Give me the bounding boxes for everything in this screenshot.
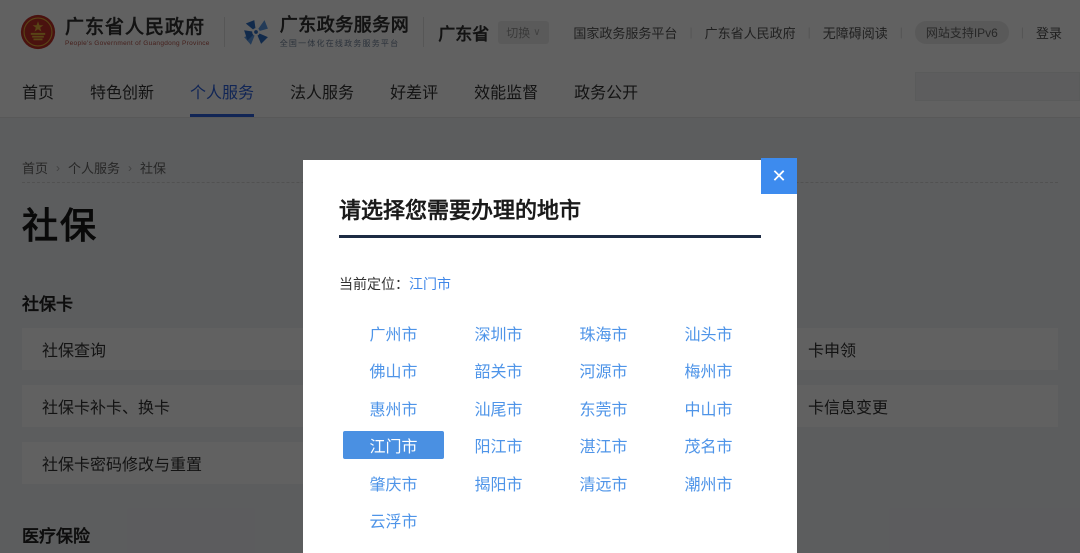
city-item-shaoguan[interactable]: 韶关市 <box>448 356 549 384</box>
city-item-heyuan[interactable]: 河源市 <box>553 356 654 384</box>
city-item-zhanjiang[interactable]: 湛江市 <box>553 431 654 459</box>
city-item-meizhou[interactable]: 梅州市 <box>658 356 759 384</box>
page: 广东省人民政府 People's Government of Guangdong… <box>0 0 1080 553</box>
city-item-zhuhai[interactable]: 珠海市 <box>553 319 654 347</box>
current-location-label: 当前定位： <box>339 276 409 292</box>
city-item-yangjiang[interactable]: 阳江市 <box>448 431 549 459</box>
city-item-shenzhen[interactable]: 深圳市 <box>448 319 549 347</box>
modal-title-underline <box>339 235 761 238</box>
city-item-huizhou[interactable]: 惠州市 <box>343 394 444 422</box>
city-item-zhongshan[interactable]: 中山市 <box>658 394 759 422</box>
city-item-zhaoqing[interactable]: 肇庆市 <box>343 469 444 497</box>
city-item-dongguan[interactable]: 东莞市 <box>553 394 654 422</box>
city-item-maoming[interactable]: 茂名市 <box>658 431 759 459</box>
city-item-chaozhou[interactable]: 潮州市 <box>658 469 759 497</box>
city-item-jiangmen-selected[interactable]: 江门市 <box>343 431 444 459</box>
city-select-modal: ✕ 请选择您需要办理的地市 当前定位：江门市 广州市 深圳市 珠海市 汕头市 佛… <box>303 160 797 553</box>
city-grid: 广州市 深圳市 珠海市 汕头市 佛山市 韶关市 河源市 梅州市 惠州市 汕尾市 … <box>343 314 761 539</box>
city-item-jieyang[interactable]: 揭阳市 <box>448 469 549 497</box>
current-location-link[interactable]: 江门市 <box>409 276 451 292</box>
city-item-guangzhou[interactable]: 广州市 <box>343 319 444 347</box>
city-item-shantou[interactable]: 汕头市 <box>658 319 759 347</box>
city-item-qingyuan[interactable]: 清远市 <box>553 469 654 497</box>
current-location-row: 当前定位：江门市 <box>339 274 761 294</box>
city-item-foshan[interactable]: 佛山市 <box>343 356 444 384</box>
modal-title: 请选择您需要办理的地市 <box>339 160 761 226</box>
city-item-yunfu[interactable]: 云浮市 <box>343 506 444 534</box>
city-item-shanwei[interactable]: 汕尾市 <box>448 394 549 422</box>
close-icon[interactable]: ✕ <box>761 158 797 194</box>
